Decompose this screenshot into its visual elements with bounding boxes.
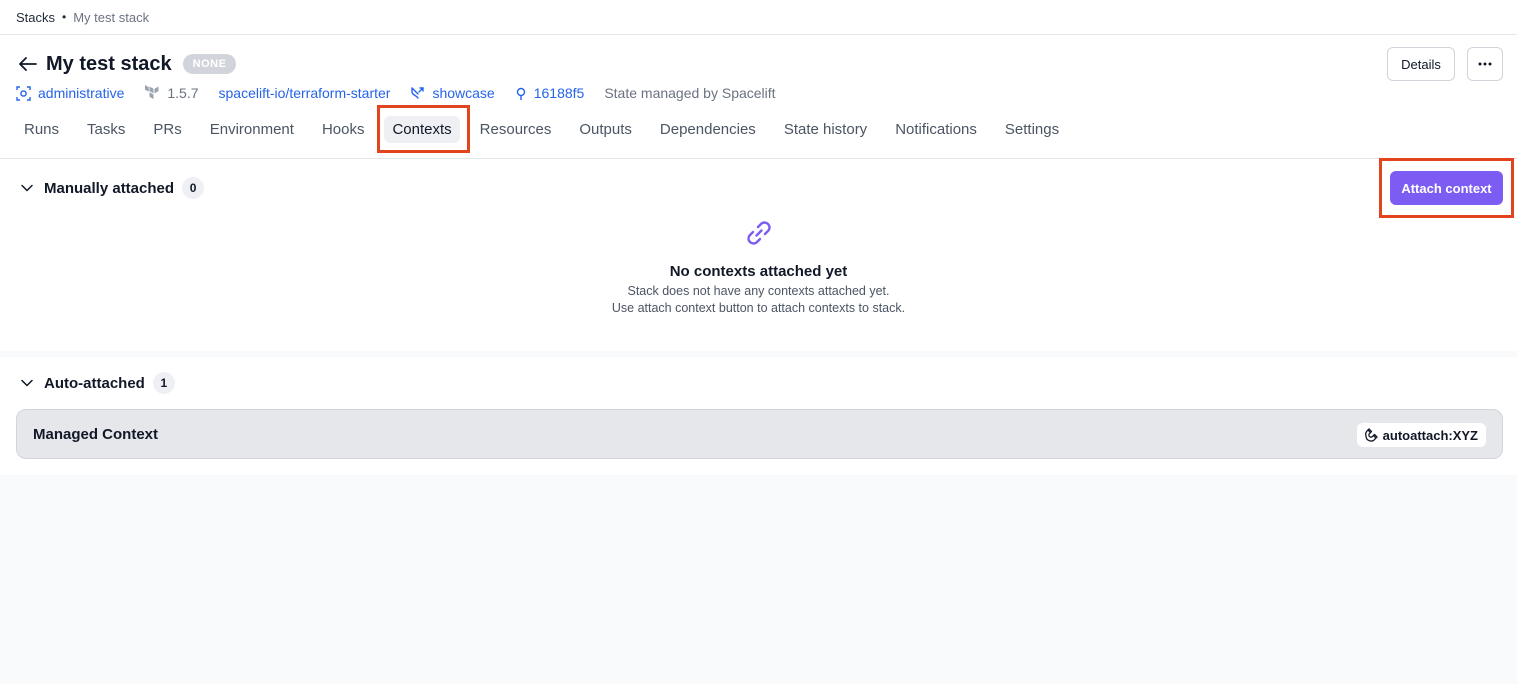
auto-attached-section: Auto-attached 1 Managed Context autoatta… [0,357,1517,475]
tab-prs[interactable]: PRs [145,116,189,143]
title-row: My test stack NONE [18,51,237,77]
tab-runs[interactable]: Runs [16,116,67,143]
link-icon [746,221,771,245]
tab-outputs[interactable]: Outputs [571,116,640,143]
tab-settings[interactable]: Settings [997,116,1067,143]
space-link[interactable]: administrative [16,85,124,101]
manually-attached-section: Manually attached 0 Attach context No co… [0,159,1517,351]
space-icon [16,85,31,101]
tab-dependencies[interactable]: Dependencies [652,116,764,143]
stack-header: My test stack NONE administrative 1.5.7 … [0,35,1517,159]
manually-attached-count: 0 [182,177,205,199]
branch-link[interactable]: showcase [410,85,495,101]
context-name: Managed Context [33,425,159,443]
context-label-badge: autoattach:XYZ [1356,423,1486,447]
breadcrumb-separator: • [62,10,67,24]
more-icon [1478,62,1492,66]
commit-hash: 16188f5 [533,85,585,101]
tab-environment[interactable]: Environment [202,116,302,143]
manually-attached-title: Manually attached [44,179,175,197]
repository-link[interactable]: spacelift-io/terraform-starter [219,85,391,101]
empty-state: No contexts attached yet Stack does not … [0,217,1517,315]
state-management: State managed by Spacelift [604,85,775,101]
empty-state-title: No contexts attached yet [669,263,848,280]
branch-icon [411,86,425,99]
context-row[interactable]: Managed Context autoattach:XYZ [16,409,1503,459]
page-title: My test stack [46,52,172,75]
branch-name: showcase [432,85,495,101]
commit-icon [516,87,525,100]
breadcrumb: Stacks • My test stack [0,0,1517,35]
manually-attached-toggle[interactable]: Manually attached 0 [20,177,205,199]
more-actions-button[interactable] [1467,47,1503,81]
space-name: administrative [38,85,125,101]
repository-name: spacelift-io/terraform-starter [218,85,391,101]
terraform-icon [145,85,159,100]
details-button[interactable]: Details [1387,47,1455,81]
commit-link[interactable]: 16188f5 [515,85,585,101]
tab-hooks[interactable]: Hooks [314,116,373,143]
context-label-text: autoattach:XYZ [1382,427,1478,443]
tab-tasks[interactable]: Tasks [79,116,133,143]
tab-notifications[interactable]: Notifications [887,116,985,143]
attach-context-button[interactable]: Attach context [1390,171,1503,205]
auto-attached-toggle[interactable]: Auto-attached 1 [20,372,175,394]
chevron-down-icon [21,379,33,387]
state-badge: NONE [182,54,237,74]
auto-attached-count: 1 [152,372,175,394]
empty-state-line-1: Stack does not have any contexts attache… [627,284,890,298]
breadcrumb-current: My test stack [73,9,150,25]
terraform-version: 1.5.7 [144,85,199,101]
tab-state-history[interactable]: State history [776,116,875,143]
magnet-icon [1364,428,1378,442]
tab-resources[interactable]: Resources [472,116,560,143]
arrow-left-icon[interactable] [18,54,38,74]
tab-contexts[interactable]: Contexts [384,115,460,143]
empty-state-line-2: Use attach context button to attach cont… [611,301,906,315]
state-management-text: State managed by Spacelift [604,85,776,101]
stack-tabs: Runs Tasks PRs Environment Hooks Context… [16,115,1079,143]
breadcrumb-stacks-link[interactable]: Stacks [16,10,55,25]
chevron-down-icon [21,184,33,192]
terraform-version-text: 1.5.7 [167,85,199,101]
stack-meta: administrative 1.5.7 spacelift-io/terraf… [16,83,796,103]
auto-attached-title: Auto-attached [44,374,145,392]
